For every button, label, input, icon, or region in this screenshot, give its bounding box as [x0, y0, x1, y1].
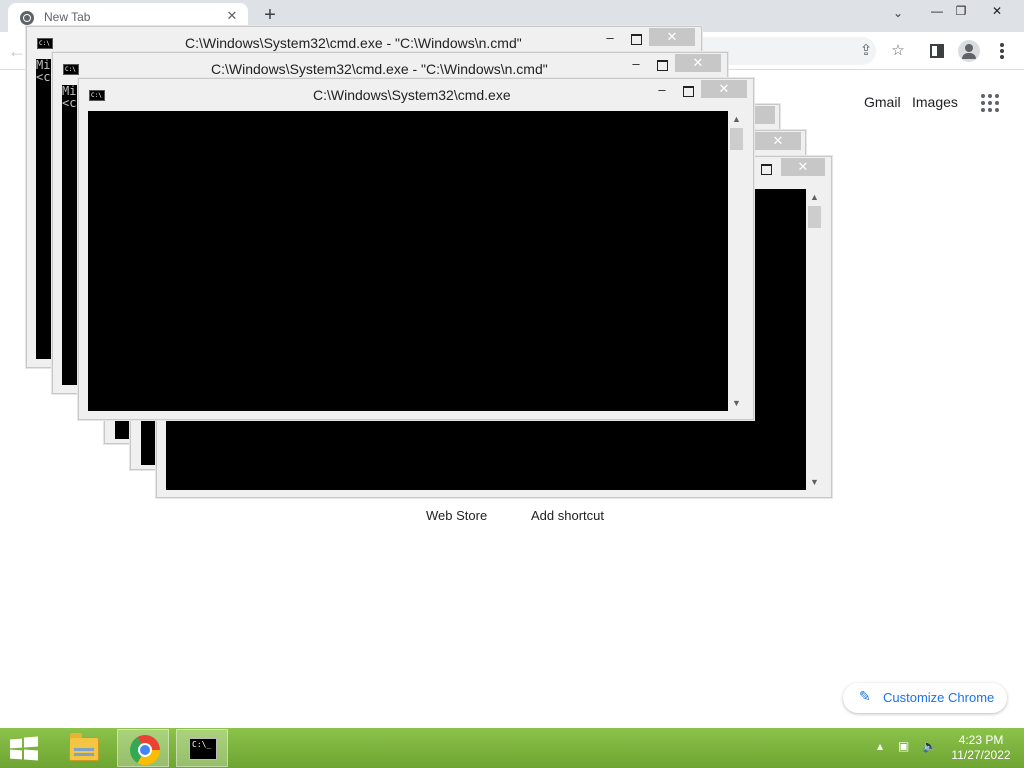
- chrome-icon: [130, 735, 160, 765]
- cmd-window-3[interactable]: C:\ C:\Windows\System32\cmd.exe – ✕ ▲ ▼: [78, 78, 754, 420]
- cmd-close-button[interactable]: ✕: [755, 132, 801, 150]
- console-scrollbar[interactable]: ▲ ▼: [728, 111, 745, 411]
- cmd-maximize-button[interactable]: [651, 56, 673, 74]
- gmail-link[interactable]: Gmail: [864, 94, 901, 110]
- cmd-app-icon: C:\: [37, 38, 53, 49]
- volume-icon[interactable]: 🔈: [922, 738, 937, 754]
- clock-time: 4:23 PM: [958, 733, 1004, 747]
- cmd-title-bar[interactable]: C:\ C:\Windows\System32\cmd.exe – ✕: [79, 79, 753, 111]
- scroll-thumb[interactable]: [730, 128, 743, 150]
- cmd-maximize-button[interactable]: [677, 82, 699, 100]
- profile-icon[interactable]: [958, 40, 980, 62]
- new-tab-button[interactable]: +: [260, 5, 280, 26]
- cmd-title: C:\Windows\System32\cmd.exe - "C:\Window…: [185, 35, 522, 51]
- pencil-icon: ✎: [859, 688, 871, 704]
- scroll-thumb[interactable]: [808, 206, 821, 228]
- chrome-logo-icon: [20, 11, 34, 25]
- customize-chrome-button[interactable]: ✎ Customize Chrome: [843, 683, 1007, 713]
- folder-icon: [69, 733, 99, 761]
- cmd-app-icon: C:\: [63, 64, 79, 75]
- start-button[interactable]: [10, 736, 38, 761]
- taskbar-chrome[interactable]: [117, 729, 169, 767]
- tab-close-button[interactable]: ✕: [224, 8, 240, 24]
- customize-chrome-label: Customize Chrome: [883, 690, 995, 705]
- scroll-up-arrow-icon[interactable]: ▲: [728, 111, 745, 127]
- maximize-icon[interactable]: [755, 160, 777, 178]
- tab-search-button[interactable]: ⌄: [888, 6, 908, 26]
- cmd-close-button[interactable]: ✕: [701, 80, 747, 98]
- share-icon[interactable]: ⇪: [856, 41, 876, 61]
- taskbar: C:\_: [0, 728, 1024, 768]
- show-hidden-icons-icon[interactable]: ▴: [877, 738, 883, 754]
- cmd-maximize-button[interactable]: [625, 30, 647, 48]
- tab-title: New Tab: [44, 10, 91, 24]
- images-link[interactable]: Images: [912, 94, 958, 110]
- console-area[interactable]: [88, 111, 728, 411]
- network-icon[interactable]: ▣: [898, 738, 909, 754]
- browser-close-button[interactable]: ✕: [980, 0, 1014, 22]
- side-panel-icon[interactable]: [930, 44, 944, 58]
- scroll-down-arrow-icon[interactable]: ▼: [806, 474, 823, 490]
- cmd-app-icon: C:\: [89, 90, 105, 101]
- scroll-down-arrow-icon[interactable]: ▼: [728, 395, 745, 411]
- browser-restore-button[interactable]: ❐: [944, 0, 978, 22]
- cmd-minimize-button[interactable]: –: [599, 30, 621, 48]
- cmd-title: C:\Windows\System32\cmd.exe: [313, 87, 511, 103]
- taskbar-clock[interactable]: 4:23 PM 11/27/2022: [944, 733, 1018, 763]
- cmd-close-button[interactable]: ✕: [781, 158, 825, 176]
- cmd-close-button[interactable]: ✕: [675, 54, 721, 72]
- clock-date: 11/27/2022: [951, 748, 1011, 762]
- cmd-minimize-button[interactable]: –: [651, 82, 673, 100]
- cmd-title: C:\Windows\System32\cmd.exe - "C:\Window…: [211, 61, 548, 77]
- taskbar-command-prompt[interactable]: C:\_: [176, 729, 228, 767]
- star-icon[interactable]: ☆: [888, 41, 908, 61]
- shortcut-add-shortcut[interactable]: Add shortcut: [531, 508, 604, 523]
- shortcut-web-store[interactable]: Web Store: [426, 508, 487, 523]
- console-scrollbar[interactable]: ▲ ▼: [806, 189, 823, 490]
- taskbar-file-explorer[interactable]: [56, 729, 108, 767]
- cmd-close-button[interactable]: ✕: [649, 28, 695, 46]
- kebab-menu-icon[interactable]: [996, 42, 1008, 60]
- cmd-minimize-button[interactable]: –: [625, 56, 647, 74]
- command-prompt-icon: C:\_: [189, 738, 217, 760]
- google-apps-icon[interactable]: [981, 94, 999, 112]
- scroll-up-arrow-icon[interactable]: ▲: [806, 189, 823, 205]
